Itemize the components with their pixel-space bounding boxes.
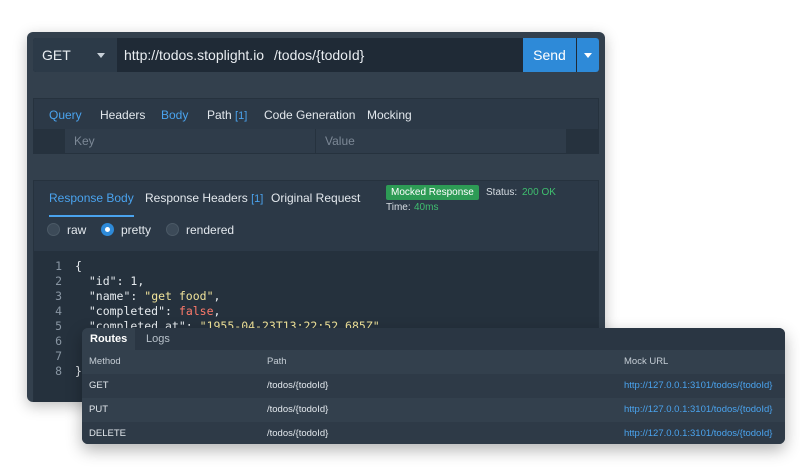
tab-original-request[interactable]: Original Request [271, 181, 360, 215]
mocked-response-badge: Mocked Response [386, 185, 479, 200]
request-tabs: Query Headers Body Path [1] Code Generat… [34, 99, 598, 133]
tab-code-generation[interactable]: Code Generation [264, 99, 355, 131]
tab-path[interactable]: Path [1] [207, 99, 247, 132]
chevron-down-icon [584, 53, 592, 58]
column-header: Path [267, 356, 287, 367]
line-number: 7 [55, 349, 62, 363]
radio-raw[interactable] [47, 223, 60, 236]
line-number: 8 [55, 364, 62, 378]
tab-label: Mocking [367, 108, 412, 122]
view-mode-group: raw pretty rendered [34, 218, 598, 242]
chevron-down-icon [97, 53, 105, 58]
radio-pretty[interactable] [101, 223, 114, 236]
tab-label: Response Body [49, 191, 134, 205]
route-mock-url-link[interactable]: http://127.0.0.1:3101/todos/{todoId} [624, 422, 772, 444]
time-label: Time: [386, 202, 411, 213]
line-number: 4 [55, 304, 62, 318]
line-number: 2 [55, 274, 62, 288]
param-value-input[interactable]: Value [315, 129, 566, 153]
tab-count-badge: [1] [235, 110, 248, 122]
radio-rendered-label: rendered [186, 223, 235, 237]
route-method: PUT [89, 404, 108, 415]
code-line: { [75, 259, 82, 273]
table-row[interactable]: GET /todos/{todoId} http://127.0.0.1:310… [82, 374, 785, 398]
line-number: 3 [55, 289, 62, 303]
radio-rendered[interactable] [166, 223, 179, 236]
url-bar: GET http://todos.stoplight.io /todos/{to… [33, 38, 599, 72]
line-number: 5 [55, 319, 62, 333]
routes-tabs: Routes Logs [82, 328, 785, 350]
table-row[interactable]: DELETE /todos/{todoId} http://127.0.0.1:… [82, 422, 785, 444]
column-header: Mock URL [624, 356, 669, 367]
method-label: GET [42, 47, 71, 63]
url-host-input[interactable]: http://todos.stoplight.io [124, 38, 264, 72]
tab-routes[interactable]: Routes [82, 328, 136, 350]
tab-label: Path [207, 108, 232, 122]
radio-raw-label: raw [67, 223, 87, 237]
route-mock-url-link[interactable]: http://127.0.0.1:3101/todos/{todoId} [624, 374, 772, 398]
route-path: /todos/{todoId} [267, 404, 329, 415]
route-method: GET [89, 380, 109, 391]
tab-mocking[interactable]: Mocking [367, 99, 412, 131]
code-line: "id": 1, [88, 274, 145, 288]
url-path-input[interactable]: /todos/{todoId} [274, 38, 364, 72]
time-value: 40ms [414, 202, 439, 213]
request-panel: Query Headers Body Path [1] Code Generat… [33, 98, 599, 154]
send-button[interactable]: Send [523, 38, 576, 72]
route-mock-url-link[interactable]: http://127.0.0.1:3101/todos/{todoId} [624, 398, 772, 422]
code-line: "completed": false, [88, 304, 221, 318]
route-method: DELETE [89, 428, 126, 439]
code-line: "name": "get food", [88, 289, 221, 303]
tab-response-body[interactable]: Response Body [49, 181, 134, 217]
status-label: Status: [486, 187, 518, 198]
tab-body[interactable]: Body [161, 99, 188, 131]
tab-label: Code Generation [264, 108, 356, 122]
tab-label: Original Request [271, 191, 361, 205]
param-row: Key Value [34, 129, 598, 153]
line-number: 1 [55, 259, 62, 273]
routes-header-row: Method Path Mock URL [82, 350, 785, 374]
tab-query[interactable]: Query [49, 99, 82, 133]
routes-panel: Routes Logs Method Path Mock URL GET /to… [82, 328, 785, 444]
status-value: 200 OK [522, 187, 556, 198]
tab-label: Response Headers [145, 191, 248, 205]
tab-label: Body [161, 108, 189, 122]
code-line: } [75, 364, 82, 378]
table-row[interactable]: PUT /todos/{todoId} http://127.0.0.1:310… [82, 398, 785, 422]
tab-label: Headers [100, 108, 146, 122]
column-header: Method [89, 356, 121, 367]
tab-headers[interactable]: Headers [100, 99, 145, 131]
send-options-button[interactable] [577, 38, 599, 72]
tab-count-badge: [1] [251, 193, 264, 205]
method-select[interactable]: GET [33, 38, 117, 72]
param-key-input[interactable]: Key [65, 129, 315, 153]
tab-response-headers[interactable]: Response Headers [1] [145, 181, 263, 216]
radio-pretty-label: pretty [121, 223, 152, 237]
route-path: /todos/{todoId} [267, 380, 329, 391]
line-number: 6 [55, 334, 62, 348]
tab-logs[interactable]: Logs [138, 328, 178, 350]
tab-label: Query [49, 108, 82, 122]
route-path: /todos/{todoId} [267, 428, 329, 439]
